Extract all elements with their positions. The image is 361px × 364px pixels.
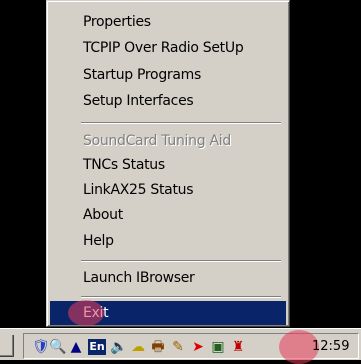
menu-item-setup-interfaces[interactable]: Setup Interfaces xyxy=(50,89,286,113)
taskbar: 🛡 🔍 ▲ En 🔈 ☁ 🖶 ✎ ➤ ▣ ♜ 12:59 xyxy=(0,328,361,364)
menu-item-tcpip-over-radio-setup[interactable]: TCPIP Over Radio SetUp xyxy=(50,36,286,60)
monitor-icon[interactable]: ▣ xyxy=(210,339,226,355)
system-tray: 🛡 🔍 ▲ En 🔈 ☁ 🖶 ✎ ➤ ▣ ♜ 12:59 xyxy=(23,330,359,364)
desktop-background xyxy=(0,0,40,325)
tray-context-menu: Properties TCPIP Over Radio SetUp Startu… xyxy=(46,0,290,327)
language-en-icon[interactable]: En xyxy=(88,339,106,355)
highlight-mark xyxy=(68,300,104,326)
menu-separator xyxy=(81,122,281,124)
printer-icon[interactable]: 🖶 xyxy=(150,339,166,355)
menu-item-soundcard-tuning-aid: SoundCard Tuning Aid xyxy=(83,133,231,149)
menu-item-properties[interactable]: Properties xyxy=(50,10,286,34)
radio-app-icon[interactable]: ♜ xyxy=(230,339,246,355)
menu-item-startup-programs[interactable]: Startup Programs xyxy=(50,63,286,87)
menu-item-help[interactable]: Help xyxy=(50,229,286,253)
menu-item-tncs-status[interactable]: TNCs Status xyxy=(50,153,286,177)
menu-separator xyxy=(81,296,281,298)
taskbar-button[interactable] xyxy=(0,335,14,357)
speaker-icon[interactable]: 🔈 xyxy=(110,339,127,355)
arrow-icon[interactable]: ➤ xyxy=(190,339,206,355)
clock[interactable]: 12:59 xyxy=(312,339,349,355)
network-icon[interactable]: ☁ xyxy=(130,339,146,355)
menu-separator xyxy=(81,260,281,262)
magnifier-icon[interactable]: 🔍 xyxy=(49,339,66,355)
flag-icon[interactable]: ▲ xyxy=(68,339,84,355)
menu-item-about[interactable]: About xyxy=(50,203,286,227)
menu-item-launch-ibrowser[interactable]: Launch IBrowser xyxy=(50,266,286,290)
menu-item-linkax25-status[interactable]: LinkAX25 Status xyxy=(50,178,286,202)
shield-icon[interactable]: 🛡 xyxy=(32,339,50,355)
pencil-icon[interactable]: ✎ xyxy=(170,339,186,355)
